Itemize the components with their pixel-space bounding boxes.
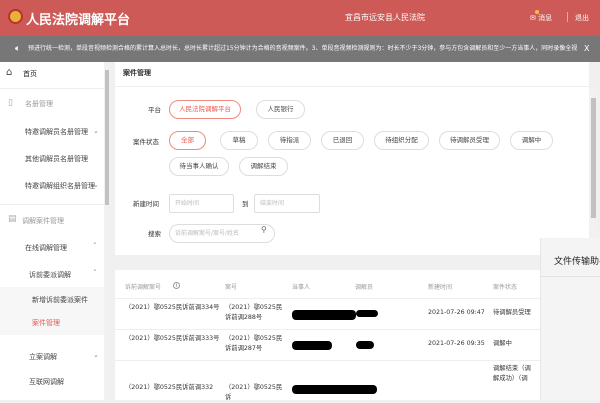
chevron-down-icon: ⌄ — [93, 181, 99, 189]
sidebar-item-case-mgmt[interactable]: 调解案件管理 — [22, 216, 64, 226]
divider — [567, 12, 568, 22]
pre-case-no[interactable]: （2021）鄂0525民诉前调332 — [125, 383, 220, 393]
main-scroll-thumb[interactable] — [591, 98, 596, 218]
home-icon: ⌂ — [6, 67, 13, 78]
redacted-party — [292, 341, 332, 350]
case-no: （2021）鄂0525民诉前调288号 — [225, 304, 283, 321]
chevron-up-icon: ˄ — [93, 269, 97, 277]
chevron-down-icon: ⌄ — [93, 351, 99, 359]
sidebar-item-internet-mediation[interactable]: 互联网调解 — [29, 377, 64, 387]
sidebar-item-case-management[interactable]: 案件管理 — [32, 318, 60, 328]
created-time: 2021-07-26 09:35 — [428, 340, 485, 347]
to-label: 到 — [242, 200, 249, 208]
file-transfer-title: 文件传输助手 — [554, 257, 600, 267]
sidebar-item-roster[interactable]: 名册管理 — [25, 99, 53, 109]
unread-dot — [535, 10, 539, 14]
sidebar-item-filing-mediation[interactable]: 立案调解 — [29, 352, 57, 362]
pre-case-no[interactable]: （2021）鄂0525民诉前调333号 — [125, 334, 220, 344]
notice-text: 预进行统一检测，单段音视频检测合格的累计算入总时长，总时长累计超过15分钟计为合… — [28, 45, 578, 52]
platform-court[interactable]: 人民法院调解平台 — [169, 100, 241, 119]
col-party: 当事人 — [292, 284, 311, 291]
court-emblem-icon — [8, 9, 23, 24]
case-table: 诉前调解案号 i 案号 当事人 调解员 新建时间 案件状态 （2021）鄂052… — [115, 270, 589, 401]
sidebar-item-special-mediator[interactable]: 特邀调解员名册管理 — [25, 127, 88, 137]
app-title: 人民法院调解平台 — [26, 13, 131, 28]
sidebar-scroll-thumb[interactable] — [105, 70, 109, 205]
platform-pboc[interactable]: 人民银行 — [256, 100, 305, 119]
status-pending-org[interactable]: 待组织分配 — [374, 131, 429, 150]
filter-panel: 案件管理 平台 人民法院调解平台 人民银行 案件状态 全部 草稿 待指派 已退回… — [115, 62, 589, 255]
file-transfer-panel[interactable]: 文件传输助手 — [540, 238, 600, 400]
status-mediating[interactable]: 调解中 — [510, 131, 553, 150]
case-status: 调解中 — [493, 340, 512, 347]
mail-icon: ✉ — [530, 14, 536, 22]
end-time-input[interactable]: 结束时间 — [254, 194, 320, 213]
case-no: （2021）鄂0525民诉 — [225, 384, 283, 401]
platform-label: 平台 — [148, 106, 161, 114]
chevron-down-icon: ⌄ — [93, 127, 99, 135]
chevron-up-icon: ˄ — [93, 242, 97, 250]
sidebar: ⌂ 首页 ▯ 名册管理 特邀调解员名册管理 ⌄ 其他调解员名册管理 特邀调解组织… — [0, 62, 110, 400]
case-status: 调解结束（调解成功）（调 — [493, 365, 531, 382]
status-pending-party[interactable]: 待当事人确认 — [169, 157, 229, 176]
redacted-mediator — [356, 310, 378, 317]
status-finished[interactable]: 调解结束 — [239, 157, 288, 176]
logout-button[interactable]: 退出 — [575, 13, 589, 23]
status-pending-assign[interactable]: 待指派 — [268, 131, 311, 150]
messages-label: 消息 — [538, 14, 553, 22]
redacted-mediator — [356, 341, 374, 349]
document-icon: ▤ — [8, 214, 17, 224]
close-notice-button[interactable]: X — [584, 36, 589, 62]
col-mediator: 调解员 — [355, 284, 374, 291]
search-label: 搜索 — [148, 230, 161, 238]
info-icon[interactable]: i — [173, 282, 180, 289]
roster-icon: ▯ — [8, 98, 13, 108]
status-label: 案件状态 — [133, 138, 159, 146]
court-name: 宜昌市远安县人民法院 — [345, 13, 425, 22]
status-returned[interactable]: 已退回 — [321, 131, 364, 150]
status-draft[interactable]: 草稿 — [220, 131, 258, 150]
redacted-party — [292, 310, 356, 320]
status-pending-mediator[interactable]: 待调解员受理 — [439, 131, 500, 150]
case-status: 待调解员受理 — [493, 309, 531, 316]
sidebar-item-new-pre-case[interactable]: 新增诉前委派案件 — [32, 295, 88, 305]
sidebar-scrollbar[interactable] — [104, 62, 110, 400]
created-time: 2021-07-26 09:47 — [428, 309, 485, 316]
redacted-mediator — [358, 387, 376, 393]
messages-button[interactable]: ✉ 消息 — [530, 10, 553, 23]
search-icon[interactable]: ⚲ — [261, 225, 267, 234]
sidebar-item-online-mediation[interactable]: 在线调解管理 — [25, 243, 67, 253]
notice-bar: 🔈︎ 预进行统一检测，单段音视频检测合格的累计算入总时长，总时长累计超过15分钟… — [0, 36, 600, 62]
sidebar-item-home[interactable]: 首页 — [23, 69, 37, 79]
col-status: 案件状态 — [493, 284, 518, 291]
search-input[interactable]: 诉前调解案号/案号/姓名 — [169, 224, 275, 243]
col-created: 新建时间 — [428, 284, 453, 291]
app-header: 人民法院调解平台 宜昌市远安县人民法院 ✉ 消息 退出 — [0, 0, 600, 36]
sidebar-item-pre-litigation[interactable]: 诉前委派调解 — [29, 270, 71, 280]
sidebar-item-mediation-org[interactable]: 特邀调解组织名册管理 — [25, 181, 95, 191]
col-case-no: 案号 — [225, 284, 238, 291]
case-no: （2021）鄂0525民诉前调287号 — [225, 335, 283, 352]
status-all[interactable]: 全部 — [169, 131, 206, 150]
page-title: 案件管理 — [123, 69, 151, 77]
start-time-input[interactable]: 开始时间 — [169, 194, 234, 213]
sidebar-item-other-mediator[interactable]: 其他调解员名册管理 — [25, 154, 88, 164]
col-pre-case-no: 诉前调解案号 — [125, 284, 162, 291]
speaker-icon: 🔈︎ — [15, 44, 21, 54]
created-time-label: 新建时间 — [133, 200, 159, 208]
pre-case-no[interactable]: （2021）鄂0525民诉前调334号 — [125, 303, 220, 313]
